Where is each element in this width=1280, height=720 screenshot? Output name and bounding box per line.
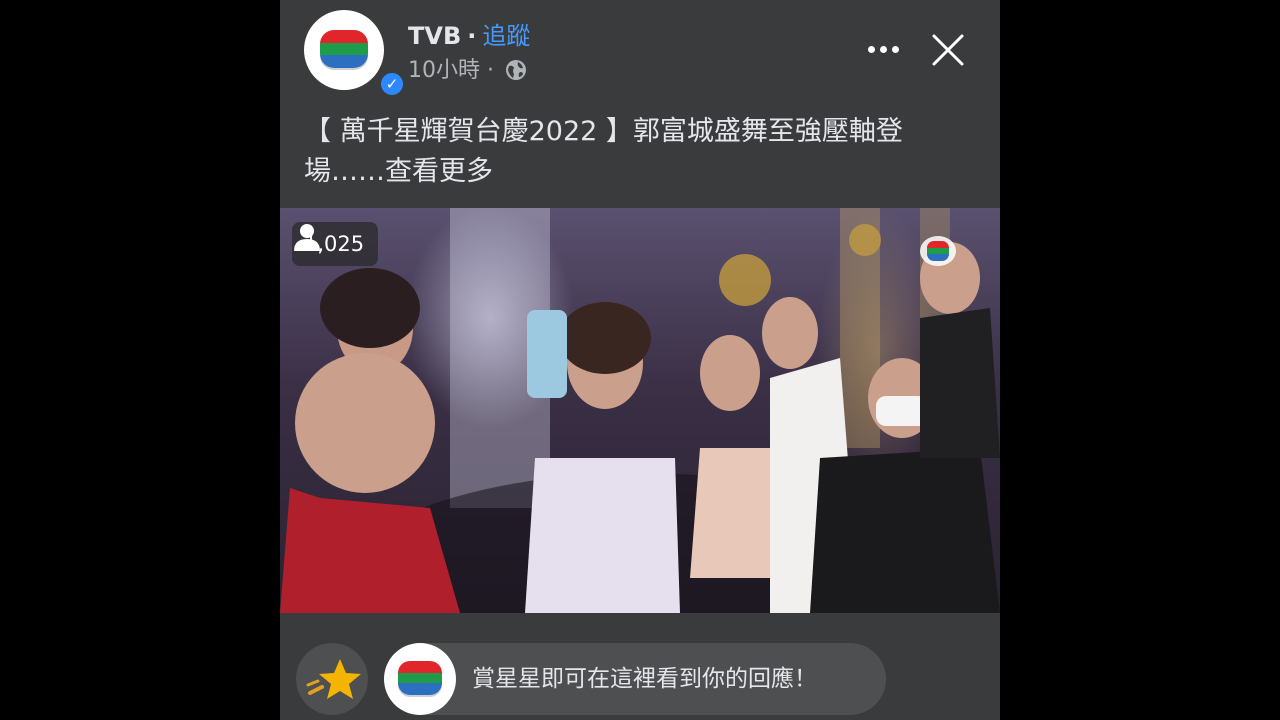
live-video-panel: ✓ TVB · 追蹤 10小時 · 【 萬千星輝賀台慶2022 】郭富城盛舞至強… — [280, 0, 1000, 720]
live-video-player[interactable]: 1,025 — [280, 208, 1000, 613]
page-avatar-small — [384, 643, 456, 715]
video-frame-image — [280, 208, 1000, 613]
page-name[interactable]: TVB — [408, 22, 461, 50]
close-icon — [932, 34, 964, 66]
stars-prompt[interactable]: 賞星星即可在這裡看到你的回應！ — [384, 643, 886, 715]
page-avatar[interactable]: ✓ — [304, 10, 406, 98]
meta-separator: · — [487, 58, 494, 83]
tvb-logo-icon — [320, 30, 368, 68]
see-more-link[interactable]: 查看更多 — [385, 156, 493, 187]
more-options-button[interactable] — [864, 32, 904, 66]
globe-icon — [506, 60, 526, 80]
send-stars-button[interactable] — [296, 643, 368, 715]
check-badge-icon: ✓ — [378, 70, 406, 98]
viewer-count-badge: 1,025 — [292, 222, 379, 266]
post-meta: 10小時 · — [408, 52, 527, 84]
name-separator: · — [467, 22, 477, 50]
person-icon — [294, 224, 320, 251]
post-header: ✓ TVB · 追蹤 10小時 · — [280, 0, 1000, 100]
post-timestamp[interactable]: 10小時 — [408, 58, 480, 83]
page-name-row: TVB · 追蹤 — [408, 16, 530, 51]
tvb-logo-icon — [920, 236, 956, 266]
stars-prompt-text: 賞星星即可在這裡看到你的回應！ — [472, 666, 817, 692]
post-caption: 【 萬千星輝賀台慶2022 】郭富城盛舞至強壓軸登場……查看更多 — [304, 112, 976, 192]
follow-link[interactable]: 追蹤 — [482, 22, 530, 50]
star-icon — [306, 659, 361, 699]
close-button[interactable] — [928, 30, 968, 70]
tvb-logo-icon — [398, 661, 442, 695]
stars-bar: 賞星星即可在這裡看到你的回應！ — [280, 613, 1000, 720]
